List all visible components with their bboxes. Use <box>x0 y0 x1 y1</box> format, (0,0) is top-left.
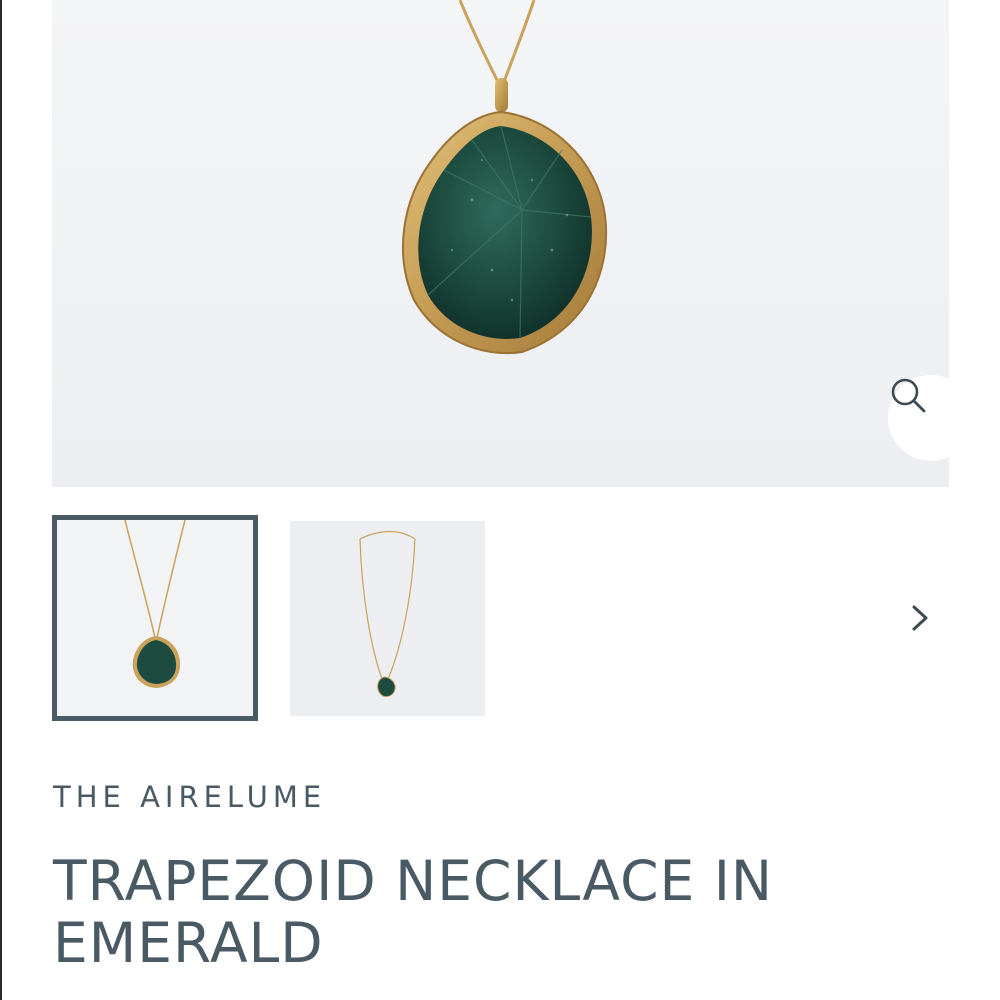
main-product-image[interactable] <box>52 0 949 487</box>
thumbnail-1-selected[interactable] <box>52 515 258 721</box>
chevron-right-icon <box>908 603 932 638</box>
pendant-illustration <box>402 0 608 355</box>
thumbnail-2[interactable] <box>290 521 485 716</box>
product-title: TRAPEZOID NECKLACE IN EMERALD <box>53 849 774 975</box>
next-thumbnail-button[interactable] <box>900 600 940 640</box>
window-edge <box>0 0 2 1000</box>
thumbnail-full-necklace-image <box>359 530 416 698</box>
brand-name[interactable]: THE AIRELUME <box>53 780 326 814</box>
thumbnail-pendant-image <box>124 520 186 688</box>
